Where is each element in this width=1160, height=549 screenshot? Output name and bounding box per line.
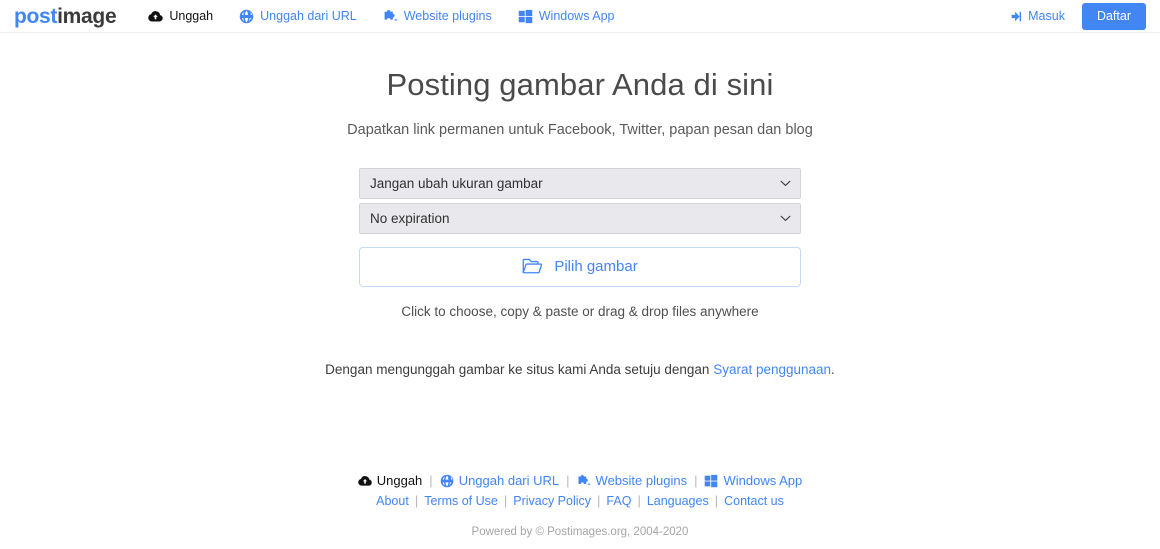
footer-primary-links: Unggah | Unggah dari URL | Website plugi… — [0, 473, 1160, 488]
footer-separator: | — [414, 493, 419, 508]
footer-link-privacy-policy[interactable]: Privacy Policy — [513, 494, 591, 508]
footer-link-upload-from-url[interactable]: Unggah dari URL — [440, 473, 559, 488]
footer-separator: | — [597, 493, 601, 508]
upload-hint: Click to choose, copy & paste or drag & … — [401, 303, 759, 319]
site-header: postimage Unggah Unggah dari URL Website… — [0, 0, 1160, 33]
login-link[interactable]: Masuk — [1009, 9, 1065, 23]
footer-link-website-plugins[interactable]: Website plugins — [577, 473, 688, 488]
footer-secondary-links: About | Terms of Use | Privacy Policy | … — [0, 493, 1160, 508]
signup-button[interactable]: Daftar — [1081, 2, 1146, 30]
expiration-select-wrapper: No expiration — [359, 202, 801, 234]
nav-label: Unggah dari URL — [260, 9, 357, 23]
footer-separator: | — [714, 493, 719, 508]
terms-suffix: . — [831, 361, 835, 377]
footer-link-about[interactable]: About — [376, 494, 409, 508]
primary-nav: Unggah Unggah dari URL Website plugins W… — [148, 9, 614, 24]
main-content: Posting gambar Anda di sini Dapatkan lin… — [0, 33, 1160, 377]
footer-separator: | — [694, 473, 698, 488]
cloud-upload-icon — [148, 10, 164, 23]
footer-separator: | — [637, 493, 641, 508]
logo[interactable]: postimage — [14, 4, 117, 28]
footer-link-label: Website plugins — [595, 473, 688, 488]
puzzle-piece-icon — [577, 474, 591, 488]
resize-select[interactable]: Jangan ubah ukuran gambar — [359, 167, 801, 199]
footer-link-upload[interactable]: Unggah — [357, 473, 423, 488]
windows-logo-icon — [704, 474, 718, 488]
upload-form: Jangan ubah ukuran gambar No expiration … — [359, 167, 801, 287]
footer-separator: | — [503, 493, 508, 508]
globe-icon — [440, 474, 454, 488]
terms-of-use-link[interactable]: Syarat penggunaan — [713, 362, 831, 377]
globe-icon — [239, 9, 254, 24]
cloud-upload-icon — [357, 475, 372, 487]
footer-link-faq[interactable]: FAQ — [606, 494, 631, 508]
windows-logo-icon — [518, 9, 533, 24]
nav-item-upload[interactable]: Unggah — [148, 9, 213, 23]
open-folder-icon — [522, 258, 543, 275]
nav-item-website-plugins[interactable]: Website plugins — [383, 9, 492, 24]
footer-link-terms-of-use[interactable]: Terms of Use — [424, 494, 498, 508]
footer-link-languages[interactable]: Languages — [647, 494, 709, 508]
page-subtitle: Dapatkan link permanen untuk Facebook, T… — [347, 121, 813, 138]
site-footer: Unggah | Unggah dari URL | Website plugi… — [0, 473, 1160, 538]
copyright-text: Powered by © Postimages.org, 2004-2020 — [471, 526, 689, 538]
footer-link-contact-us[interactable]: Contact us — [724, 494, 784, 508]
nav-item-upload-from-url[interactable]: Unggah dari URL — [239, 9, 357, 24]
nav-label: Windows App — [538, 9, 615, 23]
logo-text-image: image — [57, 4, 117, 28]
login-arrow-icon — [1009, 10, 1022, 23]
choose-image-label: Pilih gambar — [554, 258, 638, 276]
footer-link-label: Unggah — [376, 473, 423, 488]
footer-separator: | — [429, 473, 433, 488]
nav-label: Unggah — [169, 9, 214, 23]
nav-label: Website plugins — [403, 9, 492, 23]
footer-link-label: Windows App — [723, 473, 803, 488]
header-actions: Masuk Daftar — [1009, 2, 1146, 30]
footer-link-label: Unggah dari URL — [458, 473, 560, 488]
logo-text-post: post — [14, 4, 58, 28]
puzzle-piece-icon — [383, 9, 398, 24]
resize-select-wrapper: Jangan ubah ukuran gambar — [359, 167, 801, 199]
footer-separator: | — [566, 473, 570, 488]
expiration-select[interactable]: No expiration — [359, 202, 801, 234]
footer-link-windows-app[interactable]: Windows App — [704, 473, 802, 488]
login-label: Masuk — [1028, 9, 1065, 23]
nav-item-windows-app[interactable]: Windows App — [518, 9, 615, 24]
terms-notice: Dengan mengunggah gambar ke situs kami A… — [0, 362, 1160, 377]
terms-prefix: Dengan mengunggah gambar ke situs kami A… — [325, 361, 714, 377]
page-title: Posting gambar Anda di sini — [386, 67, 774, 102]
choose-image-button[interactable]: Pilih gambar — [359, 246, 801, 287]
